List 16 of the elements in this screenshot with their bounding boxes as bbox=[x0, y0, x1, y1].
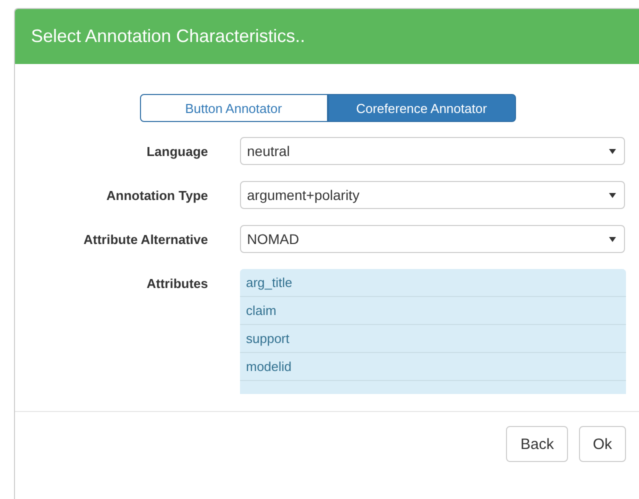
caret-icon bbox=[609, 148, 616, 154]
tab[interactable]: Button Annotator bbox=[140, 94, 328, 122]
caret-icon bbox=[609, 192, 616, 198]
field-label: Attributes bbox=[146, 275, 208, 291]
list-item[interactable]: arg_title bbox=[240, 269, 626, 297]
field-label: Attribute Alternative bbox=[82, 231, 208, 247]
dialog-button[interactable]: Ok bbox=[578, 426, 626, 462]
dropdown[interactable]: NOMAD bbox=[240, 225, 625, 253]
tab[interactable]: Coreference Annotator bbox=[328, 94, 516, 122]
dialog-title: Select Annotation Characteristics.. bbox=[31, 26, 306, 47]
field-label: Language bbox=[146, 143, 208, 159]
dropdown[interactable]: argument+polarity bbox=[240, 181, 625, 209]
dropdown[interactable]: neutral bbox=[240, 137, 625, 165]
dialog-button[interactable]: Back bbox=[506, 426, 568, 462]
caret-icon bbox=[609, 236, 616, 242]
field-label: Annotation Type bbox=[105, 187, 208, 203]
